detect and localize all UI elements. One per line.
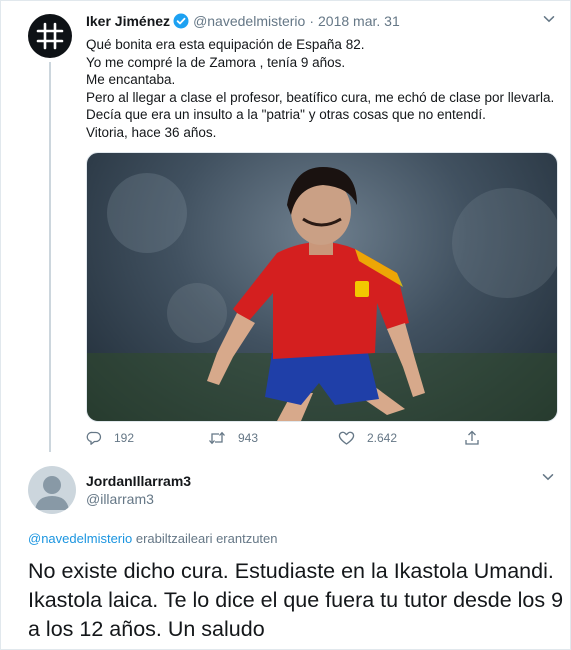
reply-text-line: a los 12 años. Un saludo (28, 617, 265, 641)
tweet-actions: 192 943 2.642 (86, 430, 556, 450)
reply-author-handle[interactable]: @illarram3 (86, 491, 154, 507)
replying-to-mention[interactable]: @navedelmisterio (28, 531, 132, 546)
tweet-text-line: Yo me compré la de Zamora , tenía 9 años… (86, 54, 346, 70)
tweet-header: Iker Jiménez @navedelmisterio · 2018 mar… (86, 12, 556, 30)
reply-author-name[interactable]: JordanIllarram3 (86, 473, 191, 489)
like-button[interactable]: 2.642 (338, 430, 397, 446)
reply-button[interactable]: 192 (86, 430, 134, 446)
share-button[interactable] (464, 430, 492, 446)
tweet-text-line: Decía que era un insulto a la "patria" y… (86, 107, 486, 122)
tweet-text-line: Me encantaba. (86, 72, 176, 87)
separator: · (309, 13, 314, 29)
tweet-text-line: Vitoria, hace 36 años. (86, 124, 217, 140)
retweet-icon (209, 431, 225, 445)
reply-text-line: No existe dicho cura. Estudiaste en la I… (28, 559, 554, 583)
default-avatar-icon[interactable] (28, 466, 76, 514)
replying-to-text: erabiltzaileari erantzuten (132, 531, 278, 546)
like-count: 2.642 (367, 431, 398, 445)
retweet-count: 943 (238, 431, 259, 445)
author-name[interactable]: Iker Jiménez (86, 12, 170, 30)
tweet-text-line: Qué bonita era esta equipación de España… (86, 37, 365, 52)
verified-badge-icon (173, 13, 189, 29)
author-handle[interactable]: @navedelmisterio (193, 12, 305, 30)
tweet-text-line: Pero al llegar a clase el profesor, beat… (86, 89, 555, 105)
reply-count: 192 (114, 431, 135, 445)
share-icon (465, 430, 479, 445)
reply-text: No existe dicho cura. Estudiaste en la I… (28, 557, 563, 644)
tweet-photo[interactable] (86, 152, 558, 422)
thread-connector-line (49, 62, 51, 452)
tweet-date[interactable]: 2018 mar. 31 (318, 12, 400, 30)
reply-icon (86, 431, 102, 445)
replying-to-line: @navedelmisterio erabiltzaileari erantzu… (28, 531, 278, 546)
retweet-button[interactable]: 943 (208, 430, 258, 446)
tweet-main: Iker Jiménez @navedelmisterio · 2018 mar… (86, 12, 556, 141)
chevron-down-icon[interactable] (542, 12, 556, 26)
chevron-down-icon[interactable] (541, 470, 555, 484)
reply-text-line: Ikastola laica. Te lo dice el que fuera … (28, 588, 564, 612)
tweet-text: Qué bonita era esta equipación de España… (86, 36, 556, 141)
heart-icon (338, 431, 355, 445)
hashtag-logo-icon[interactable] (28, 14, 72, 58)
